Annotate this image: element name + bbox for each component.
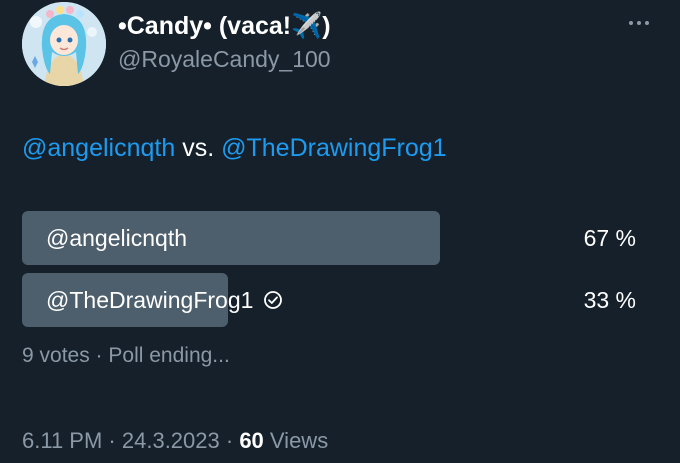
- tweet-footer: 6.11 PM · 24.3.2023 · 60 Views: [22, 428, 328, 454]
- display-name[interactable]: •Candy• (vaca!✈️): [118, 12, 331, 41]
- poll-option-label: @angelicnqth: [46, 211, 187, 265]
- poll-option-percent: 67 %: [583, 224, 636, 251]
- tweet-time[interactable]: 6.11 PM: [22, 428, 102, 453]
- tweet-text: @angelicnqth vs. @TheDrawingFrog1: [22, 134, 447, 163]
- views-label: Views: [263, 428, 329, 453]
- avatar[interactable]: [22, 2, 106, 86]
- poll-option-label: @TheDrawingFrog1: [46, 273, 283, 327]
- user-handle[interactable]: @RoyaleCandy_100: [118, 46, 331, 73]
- poll-option[interactable]: @angelicnqth 67 %: [22, 211, 646, 265]
- poll-option-text: @angelicnqth: [46, 224, 187, 251]
- separator: ·: [89, 344, 109, 367]
- tweet: •Candy• (vaca!✈️) @RoyaleCandy_100 @ange…: [0, 0, 680, 463]
- poll-option[interactable]: @TheDrawingFrog1 33 %: [22, 273, 646, 327]
- check-circle-icon: [264, 291, 283, 309]
- poll-meta: 9 votes · Poll ending...: [22, 344, 230, 368]
- more-options-button[interactable]: [624, 14, 654, 32]
- poll-option-percent: 33 %: [583, 286, 636, 313]
- separator: ·: [219, 428, 240, 453]
- mention-link[interactable]: @TheDrawingFrog1: [221, 134, 446, 162]
- poll-option-text: @TheDrawingFrog1: [46, 286, 254, 313]
- more-horizontal-icon: [629, 21, 633, 25]
- poll-status: Poll ending...: [108, 344, 230, 367]
- tweet-text-plain: vs.: [175, 134, 222, 162]
- separator: ·: [102, 428, 122, 453]
- views-count[interactable]: 60: [239, 428, 263, 453]
- tweet-date[interactable]: 24.3.2023: [122, 428, 220, 453]
- mention-link[interactable]: @angelicnqth: [22, 134, 175, 162]
- more-horizontal-icon: [637, 21, 641, 25]
- more-horizontal-icon: [645, 21, 649, 25]
- avatar-image: [22, 2, 106, 86]
- poll-votes: 9 votes: [22, 344, 90, 367]
